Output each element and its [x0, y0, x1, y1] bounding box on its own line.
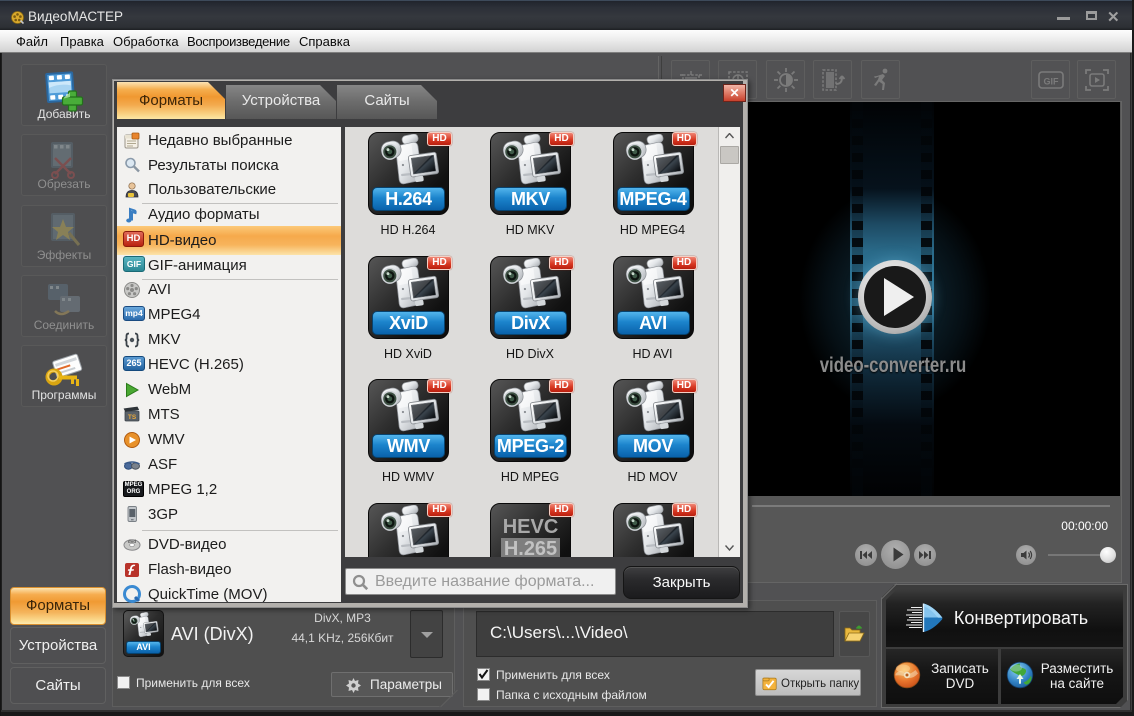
svg-text:GIF: GIF — [1043, 76, 1059, 86]
svg-text:TS: TS — [128, 414, 137, 421]
svg-text:dvd: dvd — [128, 539, 136, 544]
